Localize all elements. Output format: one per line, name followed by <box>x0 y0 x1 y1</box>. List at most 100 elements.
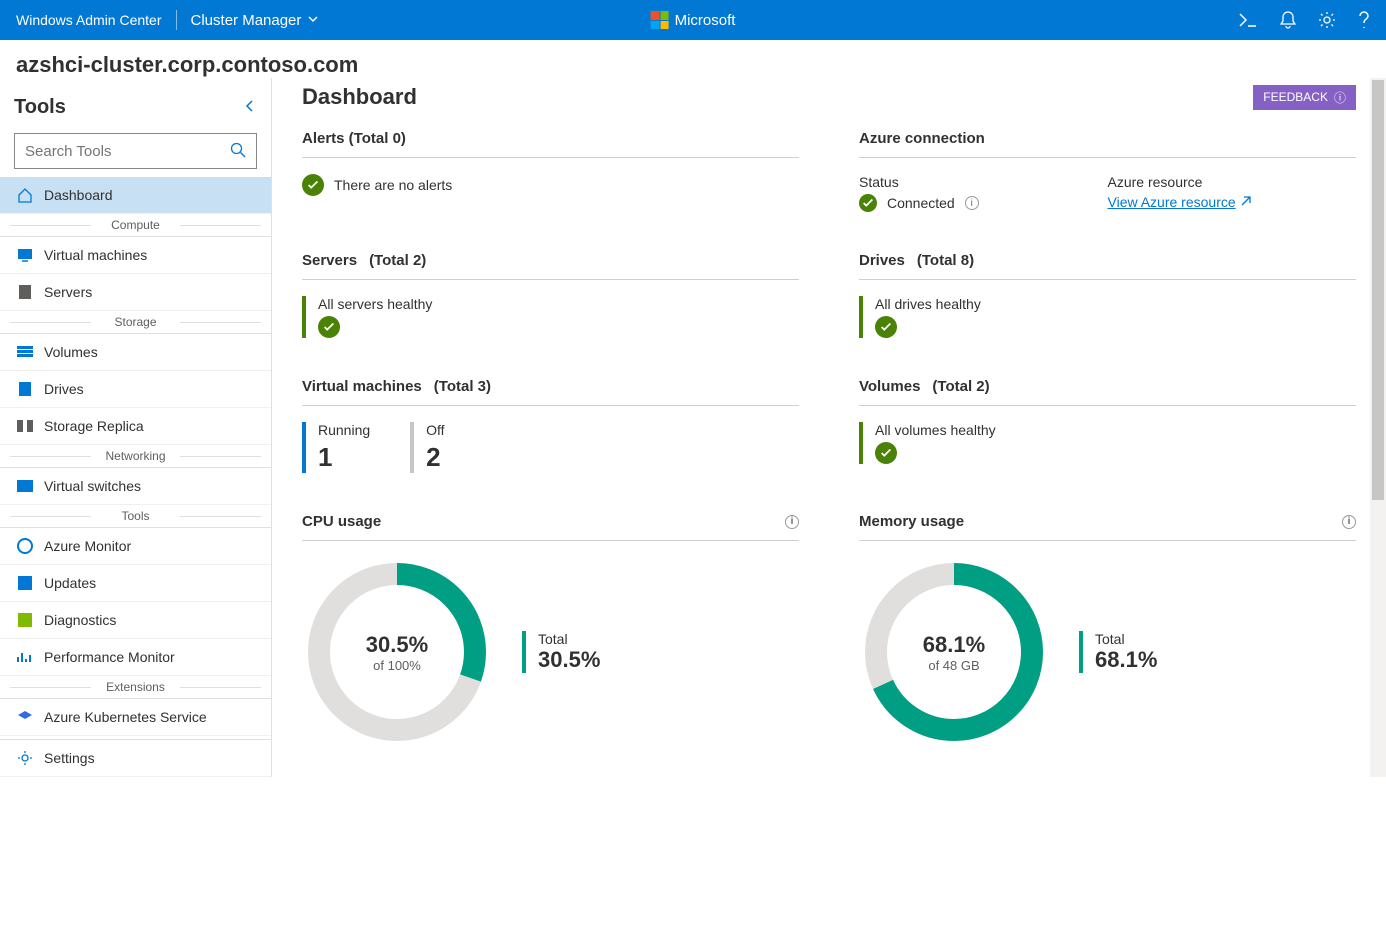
info-icon[interactable]: i <box>1342 515 1356 529</box>
microsoft-logo-icon <box>651 11 669 29</box>
feedback-label: FEEDBACK <box>1263 90 1328 104</box>
context-switcher[interactable]: Cluster Manager <box>191 12 320 29</box>
search-input[interactable] <box>25 143 230 160</box>
volumes-card: Volumes (Total 2) All volumes healthy <box>859 378 1356 473</box>
memory-total-value: 68.1% <box>1095 647 1157 673</box>
sidebar-item-dashboard[interactable]: Dashboard <box>0 177 271 214</box>
nav-group-extensions: Extensions <box>0 676 271 699</box>
brand-text: Microsoft <box>675 12 736 29</box>
sidebar-item-label: Settings <box>44 750 95 766</box>
azure-monitor-icon <box>16 538 34 554</box>
search-tools-input-wrap[interactable] <box>14 133 257 169</box>
sidebar-item-settings[interactable]: Settings <box>0 740 271 777</box>
scrollbar-thumb[interactable] <box>1372 80 1384 500</box>
sidebar-item-label: Virtual machines <box>44 247 147 263</box>
sidebar-item-label: Performance Monitor <box>44 649 175 665</box>
drives-card: Drives (Total 8) All drives healthy <box>859 252 1356 338</box>
sidebar-item-label: Volumes <box>44 344 98 360</box>
home-icon <box>16 187 34 203</box>
cpu-total-label: Total <box>538 631 600 647</box>
cpu-heading: CPU usage <box>302 513 381 530</box>
tools-heading: Tools <box>14 96 66 119</box>
sidebar-item-vswitches[interactable]: Virtual switches <box>0 468 271 505</box>
azure-card: Azure connection Status Connected i Azur… <box>859 130 1356 212</box>
drive-icon <box>16 381 34 397</box>
volumes-heading: Volumes <box>859 378 920 395</box>
view-azure-resource-link[interactable]: View Azure resource <box>1108 194 1252 210</box>
gear-icon[interactable] <box>1318 11 1336 29</box>
vms-off-count: 2 <box>426 442 444 473</box>
sidebar-item-drives[interactable]: Drives <box>0 371 271 408</box>
content: Dashboard FEEDBACK ⓘ Alerts (Total 0) Th… <box>272 78 1386 777</box>
azure-resource-label: Azure resource <box>1108 174 1357 190</box>
collapse-sidebar-button[interactable] <box>243 99 257 116</box>
nav: Dashboard Compute Virtual machines Serve… <box>0 177 271 739</box>
sidebar-item-storage-replica[interactable]: Storage Replica <box>0 408 271 445</box>
memory-pct: 68.1% <box>923 632 985 658</box>
nav-group-networking: Networking <box>0 445 271 468</box>
drives-message: All drives healthy <box>875 296 1356 312</box>
vms-off-label: Off <box>426 422 444 438</box>
link-text: View Azure resource <box>1108 194 1236 210</box>
external-link-icon <box>1240 194 1252 210</box>
check-circle-icon <box>302 174 324 196</box>
info-icon[interactable]: i <box>965 196 979 210</box>
memory-total-label: Total <box>1095 631 1157 647</box>
alerts-message: There are no alerts <box>334 177 452 193</box>
info-icon[interactable]: i <box>785 515 799 529</box>
aks-icon <box>16 710 34 724</box>
servers-total: (Total 2) <box>369 252 426 269</box>
nav-group-tools: Tools <box>0 505 271 528</box>
powershell-icon[interactable] <box>1238 12 1258 28</box>
memory-card: Memory usage i 68.1% of 48 GB <box>859 513 1356 747</box>
alerts-card: Alerts (Total 0) There are no alerts <box>302 130 799 212</box>
volumes-total: (Total 2) <box>932 378 989 395</box>
sidebar-item-aks[interactable]: Azure Kubernetes Service <box>0 699 271 736</box>
sidebar-item-azure-monitor[interactable]: Azure Monitor <box>0 528 271 565</box>
notifications-icon[interactable] <box>1280 11 1296 29</box>
updates-icon <box>16 576 34 590</box>
sidebar-item-vms[interactable]: Virtual machines <box>0 237 271 274</box>
sidebar-item-label: Storage Replica <box>44 418 144 434</box>
sidebar-item-perf-monitor[interactable]: Performance Monitor <box>0 639 271 676</box>
check-circle-icon <box>318 316 340 338</box>
nav-group-compute: Compute <box>0 214 271 237</box>
sidebar-item-label: Azure Monitor <box>44 538 131 554</box>
sidebar-item-servers[interactable]: Servers <box>0 274 271 311</box>
azure-heading: Azure connection <box>859 130 985 147</box>
check-circle-icon <box>875 442 897 464</box>
sidebar: Tools Dashboard Compute Virtual machines <box>0 78 272 777</box>
sidebar-item-updates[interactable]: Updates <box>0 565 271 602</box>
nav-group-storage: Storage <box>0 311 271 334</box>
volumes-message: All volumes healthy <box>875 422 1356 438</box>
sidebar-item-label: Servers <box>44 284 92 300</box>
memory-caption: of 48 GB <box>928 658 979 673</box>
servers-card: Servers(Total 2) All servers healthy <box>302 252 799 338</box>
cpu-donut-chart: 30.5% of 100% <box>302 557 492 747</box>
feedback-button[interactable]: FEEDBACK ⓘ <box>1253 85 1356 110</box>
alerts-heading: Alerts (Total 0) <box>302 130 406 147</box>
divider <box>176 10 177 30</box>
memory-heading: Memory usage <box>859 513 964 530</box>
scrollbar[interactable] <box>1370 78 1386 777</box>
sidebar-item-label: Dashboard <box>44 187 113 203</box>
drives-heading: Drives <box>859 252 905 269</box>
sidebar-item-label: Drives <box>44 381 84 397</box>
context-label: Cluster Manager <box>191 12 302 29</box>
help-icon[interactable] <box>1358 11 1370 29</box>
cpu-pct: 30.5% <box>366 632 428 658</box>
sidebar-item-volumes[interactable]: Volumes <box>0 334 271 371</box>
azure-status-label: Status <box>859 174 1108 190</box>
drives-total: (Total 8) <box>917 252 974 269</box>
cpu-caption: of 100% <box>373 658 421 673</box>
sidebar-item-diagnostics[interactable]: Diagnostics <box>0 602 271 639</box>
info-icon: ⓘ <box>1334 89 1346 106</box>
page-title: Dashboard <box>302 84 417 110</box>
vms-card: Virtual machines(Total 3) Running 1 Off … <box>302 378 799 473</box>
topbar: Windows Admin Center Cluster Manager Mic… <box>0 0 1386 40</box>
monitor-icon <box>16 248 34 262</box>
vms-heading: Virtual machines <box>302 378 422 395</box>
azure-status-value: Connected <box>887 195 955 211</box>
sidebar-item-label: Virtual switches <box>44 478 141 494</box>
diagnostics-icon <box>16 613 34 627</box>
